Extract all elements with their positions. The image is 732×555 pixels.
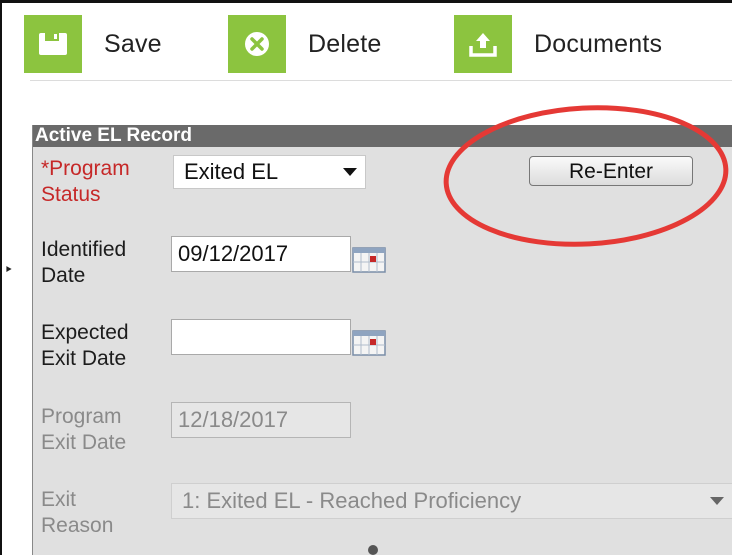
identified-date-label: Identified Date xyxy=(41,237,126,289)
identified-date-input[interactable]: 09/12/2017 xyxy=(171,236,351,272)
program-status-label-line2: Status xyxy=(41,183,101,206)
toolbar: Save Delete Documents xyxy=(14,14,732,74)
calendar-icon[interactable] xyxy=(352,330,386,356)
program-exit-date-label-line2: Exit Date xyxy=(41,431,127,454)
save-label: Save xyxy=(104,29,162,58)
exit-reason-select[interactable]: 1: Exited EL - Reached Proficiency xyxy=(171,483,732,519)
chevron-down-icon xyxy=(343,168,357,176)
cursor-mark xyxy=(368,545,378,555)
exit-reason-label-line2: Reason xyxy=(41,514,114,537)
identified-date-label-line2: Date xyxy=(41,264,86,287)
edge-glyph: ‣ xyxy=(4,262,14,279)
el-record-panel: Active EL Record *Program Status Exited … xyxy=(32,125,732,555)
exit-reason-value: 1: Exited EL - Reached Proficiency xyxy=(182,488,522,513)
re-enter-button[interactable]: Re-Enter xyxy=(529,156,693,186)
exit-reason-label: Exit Reason xyxy=(41,487,113,539)
calendar-icon[interactable] xyxy=(352,247,386,273)
expected-exit-date-label-line2: Exit Date xyxy=(41,347,127,370)
exit-reason-label-line1: Exit xyxy=(41,488,77,511)
panel-title: Active EL Record xyxy=(33,125,732,147)
documents-button[interactable]: Documents xyxy=(454,14,662,74)
program-status-value: Exited EL xyxy=(184,159,279,184)
save-icon xyxy=(24,15,82,73)
toolbar-divider xyxy=(30,80,732,81)
expected-exit-date-label: Expected Exit Date xyxy=(41,320,129,372)
documents-label: Documents xyxy=(534,29,663,58)
program-status-label-line1: *Program xyxy=(41,157,130,180)
expected-exit-date-input[interactable] xyxy=(171,319,351,355)
delete-button[interactable]: Delete xyxy=(228,14,381,74)
delete-icon xyxy=(228,15,286,73)
upload-icon xyxy=(454,15,512,73)
program-status-select[interactable]: Exited EL xyxy=(173,155,366,189)
expected-exit-date-label-line1: Expected xyxy=(41,321,129,344)
program-status-label: *Program Status xyxy=(41,156,130,208)
delete-label: Delete xyxy=(308,29,382,58)
program-exit-date-label: Program Exit Date xyxy=(41,404,126,456)
program-exit-date-input: 12/18/2017 xyxy=(171,402,351,438)
identified-date-label-line1: Identified xyxy=(41,238,127,261)
save-button[interactable]: Save xyxy=(24,14,162,74)
chevron-down-icon xyxy=(710,497,724,505)
program-exit-date-label-line1: Program xyxy=(41,405,122,428)
